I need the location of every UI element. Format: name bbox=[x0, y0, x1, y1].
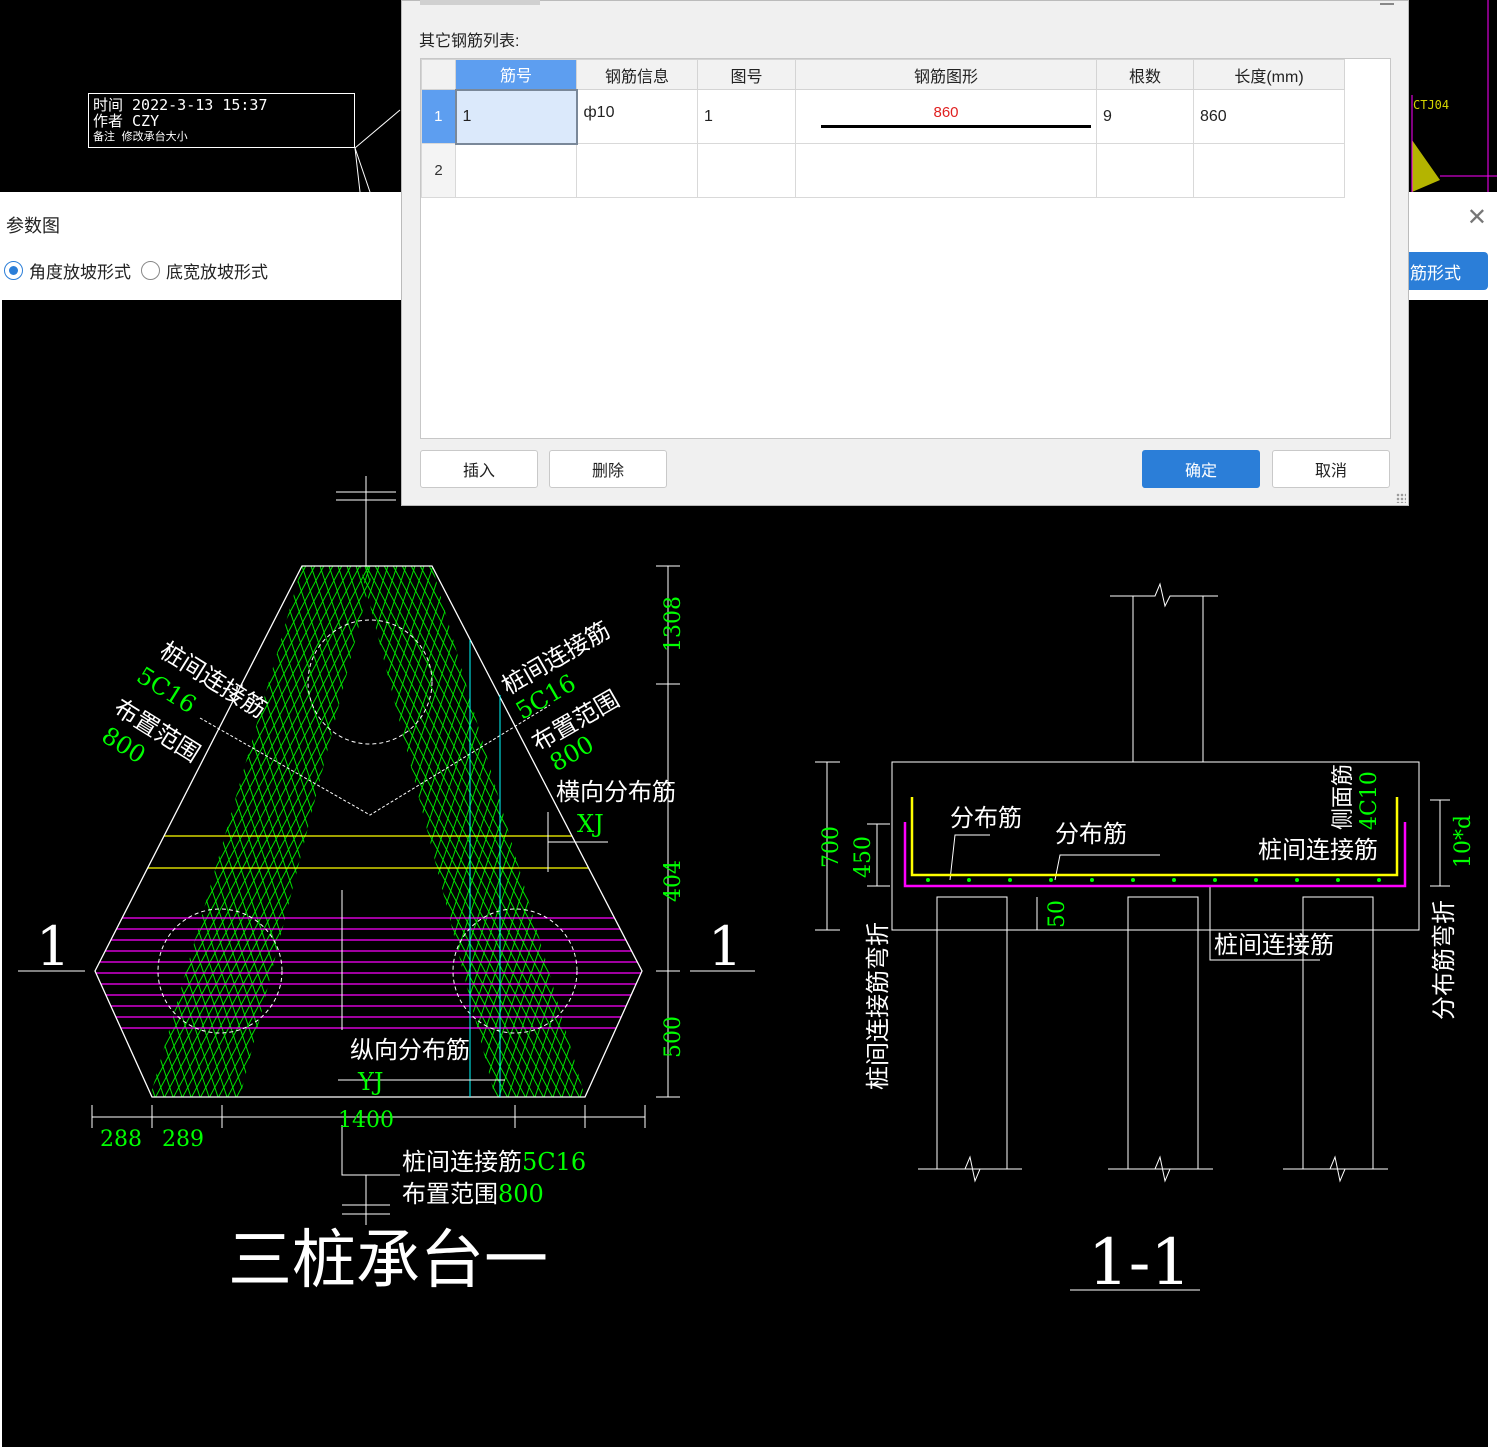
dim-1400: 1400 bbox=[338, 1108, 394, 1133]
table-row[interactable]: 1 1 ф10 1 860 9 860 bbox=[421, 88, 1345, 145]
dialog-title-fragment bbox=[420, 0, 540, 5]
col-header-count[interactable]: 根数 bbox=[1096, 59, 1194, 90]
plan-label-xj: XJ bbox=[577, 810, 604, 838]
section-label-link: 桩间连接筋 bbox=[1258, 836, 1378, 864]
slope-form-radio-group: 角度放坡形式 底宽放坡形式 bbox=[4, 258, 278, 283]
section-label-side-value: 4C10 bbox=[1357, 771, 1382, 830]
cell-shape[interactable] bbox=[795, 143, 1097, 198]
dim-450: 450 bbox=[851, 836, 876, 878]
resize-grip-icon[interactable] bbox=[1396, 493, 1406, 503]
plan-label-longitudinal: 纵向分布筋 bbox=[350, 1036, 470, 1064]
dim-700: 700 bbox=[819, 826, 844, 868]
plan-title: 三桩承台一 bbox=[228, 1224, 548, 1298]
row-header-corner bbox=[421, 59, 456, 90]
cell-info[interactable]: ф10 bbox=[576, 89, 698, 144]
insert-button[interactable]: 插入 bbox=[420, 450, 538, 488]
col-header-bar-no[interactable]: 筋号 bbox=[455, 59, 577, 90]
table-row[interactable]: 2 bbox=[421, 143, 1345, 198]
dim-500: 500 bbox=[661, 1016, 686, 1058]
col-header-shape[interactable]: 钢筋图形 bbox=[795, 59, 1097, 90]
cell-shape[interactable]: 860 bbox=[795, 89, 1097, 144]
rebar-grid[interactable]: 筋号 钢筋信息 图号 钢筋图形 根数 长度(mm) 1 1 ф10 1 860 bbox=[420, 58, 1391, 439]
col-header-length[interactable]: 长度(mm) bbox=[1193, 59, 1345, 90]
bottom-label-b-value: 800 bbox=[498, 1180, 544, 1208]
radio-angle-slope[interactable] bbox=[4, 260, 23, 280]
cell-count[interactable] bbox=[1096, 143, 1194, 198]
dim-50: 50 bbox=[1045, 900, 1070, 928]
cancel-button[interactable]: 取消 bbox=[1272, 450, 1390, 488]
rebar-table: 筋号 钢筋信息 图号 钢筋图形 根数 长度(mm) 1 1 ф10 1 860 bbox=[421, 59, 1345, 198]
rebar-list-label: 其它钢筋列表: bbox=[419, 33, 520, 50]
section-label-right-vertical: 分布筋弯折 bbox=[1430, 900, 1458, 1020]
dim-289: 289 bbox=[162, 1127, 204, 1152]
cell-length[interactable]: 860 bbox=[1193, 89, 1345, 144]
window-title: 参数图 bbox=[6, 216, 60, 236]
section-view bbox=[815, 582, 1450, 1291]
shape-length-label: 860 bbox=[933, 104, 959, 121]
dim-404: 404 bbox=[661, 860, 686, 902]
radio-width-slope-label[interactable]: 底宽放坡形式 bbox=[166, 258, 268, 283]
col-header-fig-no[interactable]: 图号 bbox=[697, 59, 796, 90]
rebar-form-button[interactable]: 筋形式 bbox=[1408, 252, 1488, 290]
cell-fig-no[interactable] bbox=[697, 143, 796, 198]
ok-button[interactable]: 确定 bbox=[1142, 450, 1260, 488]
cell-count[interactable]: 9 bbox=[1096, 89, 1194, 144]
row-number[interactable]: 1 bbox=[421, 89, 456, 144]
delete-button[interactable]: 删除 bbox=[549, 450, 667, 488]
cad-tag: CTJ04 bbox=[1413, 98, 1450, 112]
section-mark-right: 1 bbox=[708, 915, 742, 978]
cell-bar-no[interactable] bbox=[455, 143, 577, 198]
section-title: 1-1 bbox=[1088, 1226, 1191, 1300]
section-label-dist1: 分布筋 bbox=[950, 804, 1022, 832]
dim-288: 288 bbox=[100, 1127, 142, 1152]
cell-fig-no[interactable]: 1 bbox=[697, 89, 796, 144]
shape-straight-bar bbox=[821, 125, 1091, 128]
plan-label-transverse: 横向分布筋 bbox=[556, 778, 676, 806]
section-label-left-vertical: 桩间连接筋弯折 bbox=[864, 922, 892, 1090]
row-number[interactable]: 2 bbox=[421, 143, 456, 198]
cell-info[interactable] bbox=[576, 143, 698, 198]
other-rebar-dialog: 其它钢筋列表: 筋号 钢筋信息 图号 钢筋图形 根数 长度(mm) 1 1 ф1… bbox=[401, 0, 1409, 506]
dim-10d: 10*d bbox=[1451, 815, 1476, 868]
dim-1308: 1308 bbox=[661, 596, 686, 652]
bottom-label-a-value: 5C16 bbox=[522, 1148, 586, 1176]
radio-width-slope[interactable] bbox=[141, 260, 160, 280]
bottom-label-b-text: 布置范围 bbox=[402, 1180, 498, 1208]
section-label-side: 侧面筋 bbox=[1331, 764, 1356, 830]
plan-label-yj: YJ bbox=[357, 1068, 383, 1096]
cell-bar-no[interactable]: 1 bbox=[454, 88, 578, 145]
radio-angle-slope-label[interactable]: 角度放坡形式 bbox=[29, 258, 131, 283]
close-icon[interactable]: ✕ bbox=[1467, 206, 1487, 230]
dialog-close-icon[interactable] bbox=[1380, 0, 1394, 5]
bottom-label-a: 桩间连接筋5C16 bbox=[402, 1148, 586, 1176]
bottom-label-a-text: 桩间连接筋 bbox=[402, 1148, 522, 1176]
col-header-info[interactable]: 钢筋信息 bbox=[576, 59, 698, 90]
section-label-link-bottom: 桩间连接筋 bbox=[1214, 931, 1334, 959]
section-mark-left: 1 bbox=[36, 915, 70, 978]
section-label-dist2: 分布筋 bbox=[1055, 820, 1127, 848]
cell-length[interactable] bbox=[1193, 143, 1345, 198]
bottom-label-b: 布置范围800 bbox=[402, 1180, 544, 1208]
